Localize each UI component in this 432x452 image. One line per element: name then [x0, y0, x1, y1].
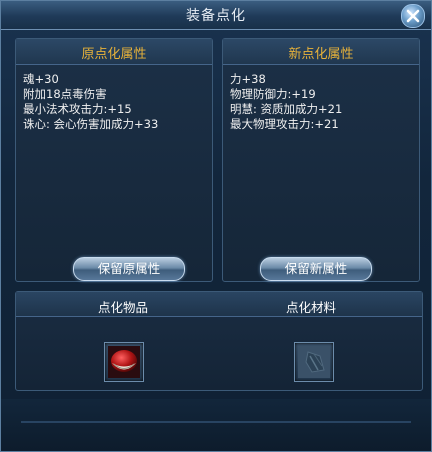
refine-material-slot[interactable]: [294, 342, 334, 382]
red-equipment-icon: [108, 346, 140, 378]
title-bar[interactable]: 装备点化: [1, 1, 431, 30]
slots-header: 点化物品 点化材料: [16, 292, 422, 317]
refine-window: 装备点化 原点化属性 魂+30 附加18点毒伤害 最小法术攻击力:+15 诛心:…: [0, 0, 432, 452]
refine-slots-panel: 点化物品 点化材料: [15, 291, 423, 391]
keep-original-button[interactable]: 保留原属性: [73, 257, 185, 281]
attribute-line: 力+38: [230, 72, 266, 86]
attribute-line: 附加18点毒伤害: [23, 87, 107, 101]
close-x-icon: [406, 9, 420, 23]
new-attribute-list: 力+38 物理防御力:+19 明慧: 资质加成力+21 最大物理攻击力:+21: [230, 72, 416, 132]
attribute-line: 魂+30: [23, 72, 59, 86]
original-attributes-panel: 原点化属性 魂+30 附加18点毒伤害 最小法术攻击力:+15 诛心: 会心伤害…: [15, 38, 213, 282]
refine-item-label: 点化物品: [98, 300, 149, 315]
background-footer: [1, 399, 431, 451]
attribute-line: 物理防御力:+19: [230, 87, 316, 101]
divider: [21, 421, 411, 423]
refine-material-label: 点化材料: [286, 300, 337, 315]
window-title: 装备点化: [186, 8, 246, 24]
original-attributes-title: 原点化属性: [81, 47, 147, 62]
new-attributes-panel: 新点化属性 力+38 物理防御力:+19 明慧: 资质加成力+21 最大物理攻击…: [222, 38, 420, 282]
new-attributes-header: 新点化属性: [223, 39, 419, 65]
empty-material-icon: [298, 346, 330, 378]
new-attributes-title: 新点化属性: [288, 47, 354, 62]
keep-new-button[interactable]: 保留新属性: [260, 257, 372, 281]
attribute-line: 诛心: 会心伤害加成力+33: [23, 117, 159, 131]
original-attribute-list: 魂+30 附加18点毒伤害 最小法术攻击力:+15 诛心: 会心伤害加成力+33: [23, 72, 209, 132]
attribute-line: 明慧: 资质加成力+21: [230, 102, 343, 116]
refine-item-slot[interactable]: [104, 342, 144, 382]
attribute-line: 最小法术攻击力:+15: [23, 102, 132, 116]
original-attributes-header: 原点化属性: [16, 39, 212, 65]
close-button[interactable]: [401, 4, 425, 28]
attribute-line: 最大物理攻击力:+21: [230, 117, 339, 131]
